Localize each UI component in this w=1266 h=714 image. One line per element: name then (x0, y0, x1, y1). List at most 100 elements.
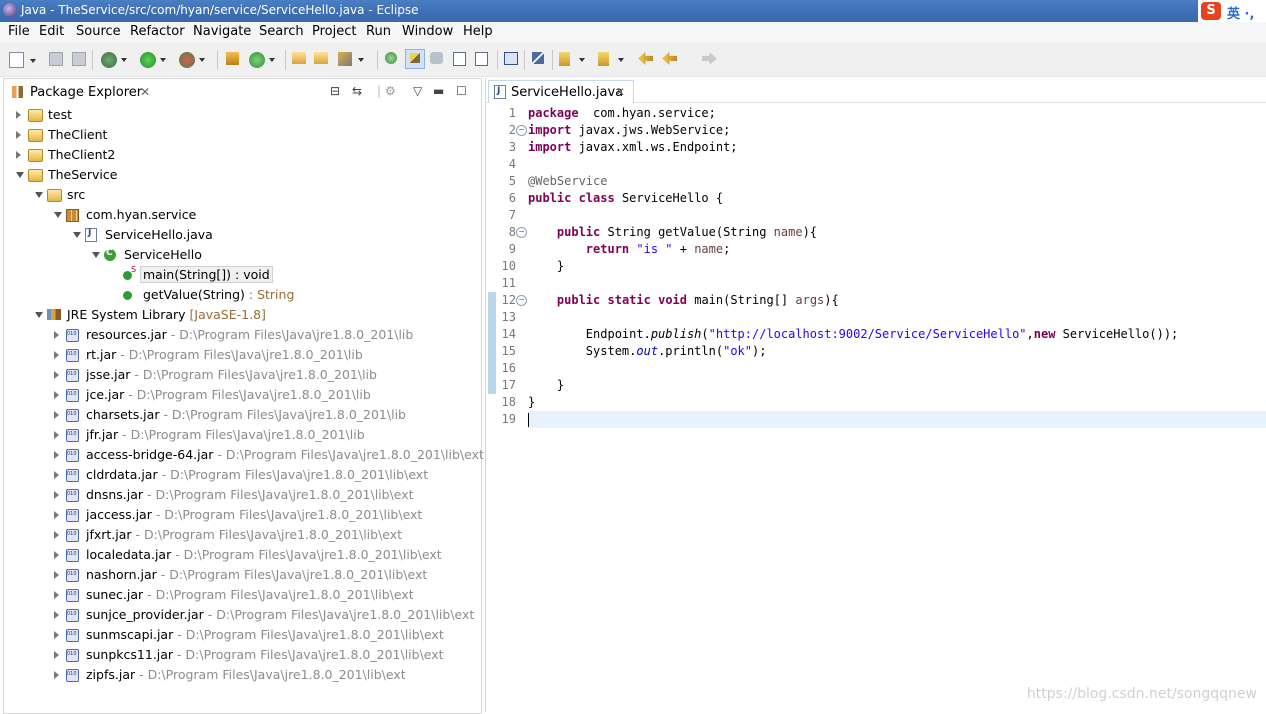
menu-navigate[interactable]: Navigate (193, 24, 251, 39)
open-resource-icon[interactable] (314, 52, 328, 64)
link-with-editor-icon[interactable]: ⇆ (352, 84, 362, 98)
code-line[interactable] (528, 207, 1266, 224)
menu-project[interactable]: Project (312, 24, 356, 39)
tree-item[interactable]: TheService (4, 165, 481, 185)
new-icon[interactable] (9, 52, 36, 68)
tree-item[interactable]: ServiceHello.java (4, 225, 481, 245)
collapsed-arrow-icon[interactable] (54, 651, 59, 659)
tree-item[interactable]: sunmscapi.jar - D:\Program Files\Java\jr… (4, 625, 481, 645)
tree-item[interactable]: getValue(String) : String (4, 285, 481, 305)
tab-servicehello-java[interactable]: ServiceHello.java ✕ (488, 80, 634, 103)
collapsed-arrow-icon[interactable] (54, 471, 59, 479)
maximize-icon[interactable]: ☐ (456, 84, 467, 98)
collapsed-arrow-icon[interactable] (54, 331, 59, 339)
code-line[interactable]: @WebService (528, 173, 1266, 190)
fold-collapse-icon[interactable]: − (516, 227, 527, 238)
collapsed-arrow-icon[interactable] (16, 111, 21, 119)
toggle-breadcrumb-icon[interactable] (385, 52, 397, 64)
word-wrap-icon[interactable] (453, 52, 466, 66)
code-line[interactable]: System.out.println("ok"); (528, 343, 1266, 360)
collapsed-arrow-icon[interactable] (54, 551, 59, 559)
expanded-arrow-icon[interactable] (35, 192, 43, 198)
tree-item[interactable]: zipfs.jar - D:\Program Files\Java\jre1.8… (4, 665, 481, 685)
close-tab-icon[interactable]: ✕ (140, 85, 150, 99)
code-line[interactable]: import javax.jws.WebService; (528, 122, 1266, 139)
code-line[interactable] (528, 360, 1266, 377)
close-editor-icon[interactable]: ✕ (615, 85, 625, 99)
collapsed-arrow-icon[interactable] (54, 571, 59, 579)
run-icon[interactable] (140, 52, 166, 68)
tree-item[interactable]: sunjce_provider.jar - D:\Program Files\J… (4, 605, 481, 625)
collapsed-arrow-icon[interactable] (54, 491, 59, 499)
collapse-all-icon[interactable]: ⊟ (330, 84, 340, 98)
expanded-arrow-icon[interactable] (16, 172, 24, 178)
collapsed-arrow-icon[interactable] (54, 371, 59, 379)
tree-item[interactable]: jfxrt.jar - D:\Program Files\Java\jre1.8… (4, 525, 481, 545)
expanded-arrow-icon[interactable] (54, 212, 62, 218)
save-all-icon[interactable] (72, 52, 86, 66)
expanded-arrow-icon[interactable] (35, 312, 43, 318)
code-line[interactable]: public static void main(String[] args){ (528, 292, 1266, 309)
tree-item[interactable]: cldrdata.jar - D:\Program Files\Java\jre… (4, 465, 481, 485)
previous-annotation-icon[interactable] (598, 52, 624, 66)
code-line[interactable]: package com.hyan.service; (528, 105, 1266, 122)
tree-item[interactable]: com.hyan.service (4, 205, 481, 225)
next-annotation-icon[interactable] (559, 52, 585, 66)
menu-run[interactable]: Run (366, 24, 391, 39)
collapsed-arrow-icon[interactable] (54, 351, 59, 359)
code-line[interactable] (528, 156, 1266, 173)
fold-collapse-icon[interactable]: − (516, 125, 527, 136)
console-icon[interactable] (504, 52, 518, 65)
new-java-project-icon[interactable] (226, 52, 239, 65)
ime-indicator[interactable]: S 英 ·, (1198, 0, 1266, 22)
back-icon[interactable] (662, 52, 677, 65)
collapsed-arrow-icon[interactable] (16, 131, 21, 139)
forward-icon[interactable] (702, 52, 717, 65)
code-line[interactable] (528, 411, 1266, 428)
minimize-icon[interactable]: ▬ (433, 84, 444, 98)
tree-item[interactable]: TheClient2 (4, 145, 481, 165)
expanded-arrow-icon[interactable] (73, 232, 81, 238)
block-selection-icon[interactable] (430, 52, 443, 64)
tree-item[interactable]: localedata.jar - D:\Program Files\Java\j… (4, 545, 481, 565)
tree-item[interactable]: JRE System Library [JavaSE-1.8] (4, 305, 481, 325)
tree-item[interactable]: jfr.jar - D:\Program Files\Java\jre1.8.0… (4, 425, 481, 445)
code-line[interactable]: Endpoint.publish("http://localhost:9002/… (528, 326, 1266, 343)
code-line[interactable]: } (528, 377, 1266, 394)
tree-item[interactable]: nashorn.jar - D:\Program Files\Java\jre1… (4, 565, 481, 585)
collapsed-arrow-icon[interactable] (54, 611, 59, 619)
tree-item[interactable]: sunec.jar - D:\Program Files\Java\jre1.8… (4, 585, 481, 605)
code-line[interactable]: public class ServiceHello { (528, 190, 1266, 207)
code-line[interactable]: } (528, 394, 1266, 411)
menu-file[interactable]: File (8, 24, 30, 39)
tree-item[interactable]: test (4, 105, 481, 125)
tree-item[interactable]: ServiceHello (4, 245, 481, 265)
filters-icon[interactable]: ⚙ (385, 84, 396, 98)
collapsed-arrow-icon[interactable] (54, 671, 59, 679)
tree-item[interactable]: resources.jar - D:\Program Files\Java\jr… (4, 325, 481, 345)
collapsed-arrow-icon[interactable] (54, 391, 59, 399)
collapsed-arrow-icon[interactable] (54, 591, 59, 599)
collapsed-arrow-icon[interactable] (16, 151, 21, 159)
collapsed-arrow-icon[interactable] (54, 431, 59, 439)
collapsed-arrow-icon[interactable] (54, 411, 59, 419)
code-line[interactable]: import javax.xml.ws.Endpoint; (528, 139, 1266, 156)
search-tool-icon[interactable] (338, 52, 364, 66)
fold-collapse-icon[interactable]: − (516, 295, 527, 306)
tree-item[interactable]: jce.jar - D:\Program Files\Java\jre1.8.0… (4, 385, 481, 405)
menu-window[interactable]: Window (402, 24, 453, 39)
run-external-tools-icon[interactable] (179, 52, 205, 68)
show-whitespace-icon[interactable] (475, 52, 488, 66)
debug-icon[interactable] (101, 52, 127, 68)
tree-item[interactable]: jaccess.jar - D:\Program Files\Java\jre1… (4, 505, 481, 525)
skip-breakpoints-icon[interactable] (532, 52, 544, 64)
line-number-ruler[interactable]: 1 2−3 4 5 6 7 8−9 10 11 12−13 14 15 16 17 18 19 (486, 105, 528, 705)
menu-refactor[interactable]: Refactor (130, 24, 185, 39)
tab-package-explorer[interactable]: Package Explorer ✕ (6, 81, 156, 103)
last-edit-location-icon[interactable] (638, 52, 653, 65)
collapsed-arrow-icon[interactable] (54, 451, 59, 459)
tree-item[interactable]: access-bridge-64.jar - D:\Program Files\… (4, 445, 484, 465)
view-menu-icon[interactable]: ▽ (413, 84, 422, 98)
menu-help[interactable]: Help (463, 24, 493, 39)
code-line[interactable]: } (528, 258, 1266, 275)
